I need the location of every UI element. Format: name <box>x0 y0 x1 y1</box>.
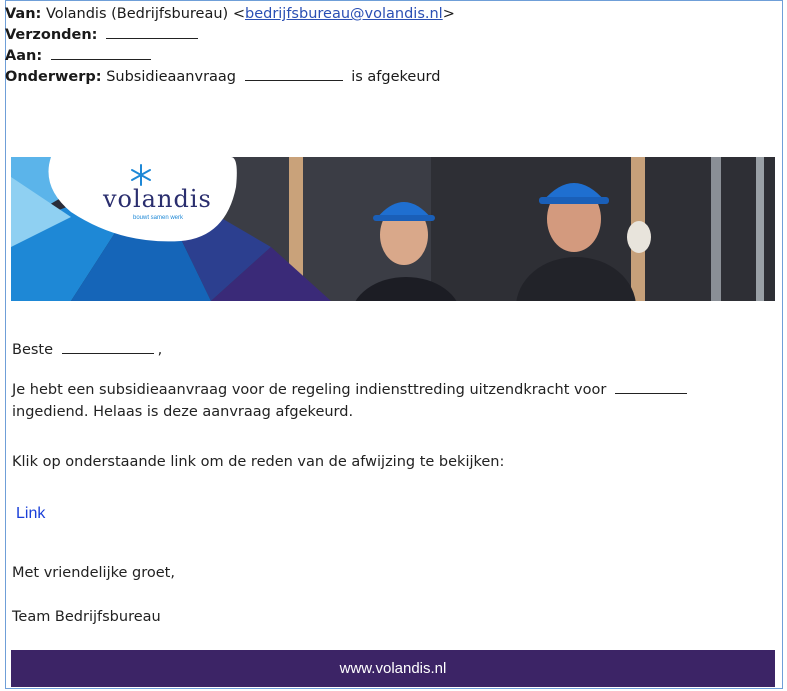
header-banner: volandis bouwt samen werk <box>11 157 775 301</box>
logo-tagline: bouwt samen werk <box>133 215 184 221</box>
subject-row: Onderwerp: Subsidieaanvraag is afgekeurd <box>5 67 455 88</box>
sent-label: Verzonden: <box>5 27 98 43</box>
to-blank <box>50 46 151 60</box>
from-label: Van: <box>5 6 42 22</box>
to-row: Aan: <box>5 46 455 67</box>
greeting-word: Beste <box>12 342 54 358</box>
paragraph-1-line-1: Je hebt een subsidieaanvraag voor de reg… <box>12 382 607 398</box>
footer-bar: www.volandis.nl <box>11 650 775 687</box>
paragraph-2: Klik op onderstaande link om de reden va… <box>12 454 505 470</box>
subject-label: Onderwerp: <box>5 69 102 85</box>
reason-link[interactable]: Link <box>16 505 45 523</box>
logo-text: volandis <box>103 185 212 213</box>
sent-row: Verzonden: <box>5 25 455 46</box>
greeting-blank <box>61 340 154 354</box>
to-label: Aan: <box>5 48 43 64</box>
sent-blank <box>106 25 199 39</box>
greeting-comma: , <box>157 342 163 358</box>
from-name: Volandis (Bedrijfsbureau) < <box>45 6 245 22</box>
logo-star-icon <box>131 164 151 186</box>
email-headers: Van: Volandis (Bedrijfsbureau) <bedrijfs… <box>5 4 455 88</box>
paragraph-1: Je hebt een subsidieaanvraag voor de reg… <box>12 379 691 423</box>
subject-prefix: Subsidieaanvraag <box>106 69 237 85</box>
signature: Team Bedrijfsbureau <box>12 609 161 625</box>
subject-blank <box>244 67 343 81</box>
from-email-link[interactable]: bedrijfsbureau@volandis.nl <box>245 6 443 22</box>
paragraph-1-blank <box>614 380 687 394</box>
from-close: > <box>442 6 455 22</box>
closing: Met vriendelijke groet, <box>12 565 175 581</box>
from-row: Van: Volandis (Bedrijfsbureau) <bedrijfs… <box>5 4 455 25</box>
footer-url[interactable]: www.volandis.nl <box>340 660 447 677</box>
greeting: Beste , <box>12 339 162 361</box>
paragraph-1-line-2: ingediend. Helaas is deze aanvraag afgek… <box>12 404 354 420</box>
banner-image <box>11 157 775 301</box>
subject-suffix: is afgekeurd <box>351 69 441 85</box>
